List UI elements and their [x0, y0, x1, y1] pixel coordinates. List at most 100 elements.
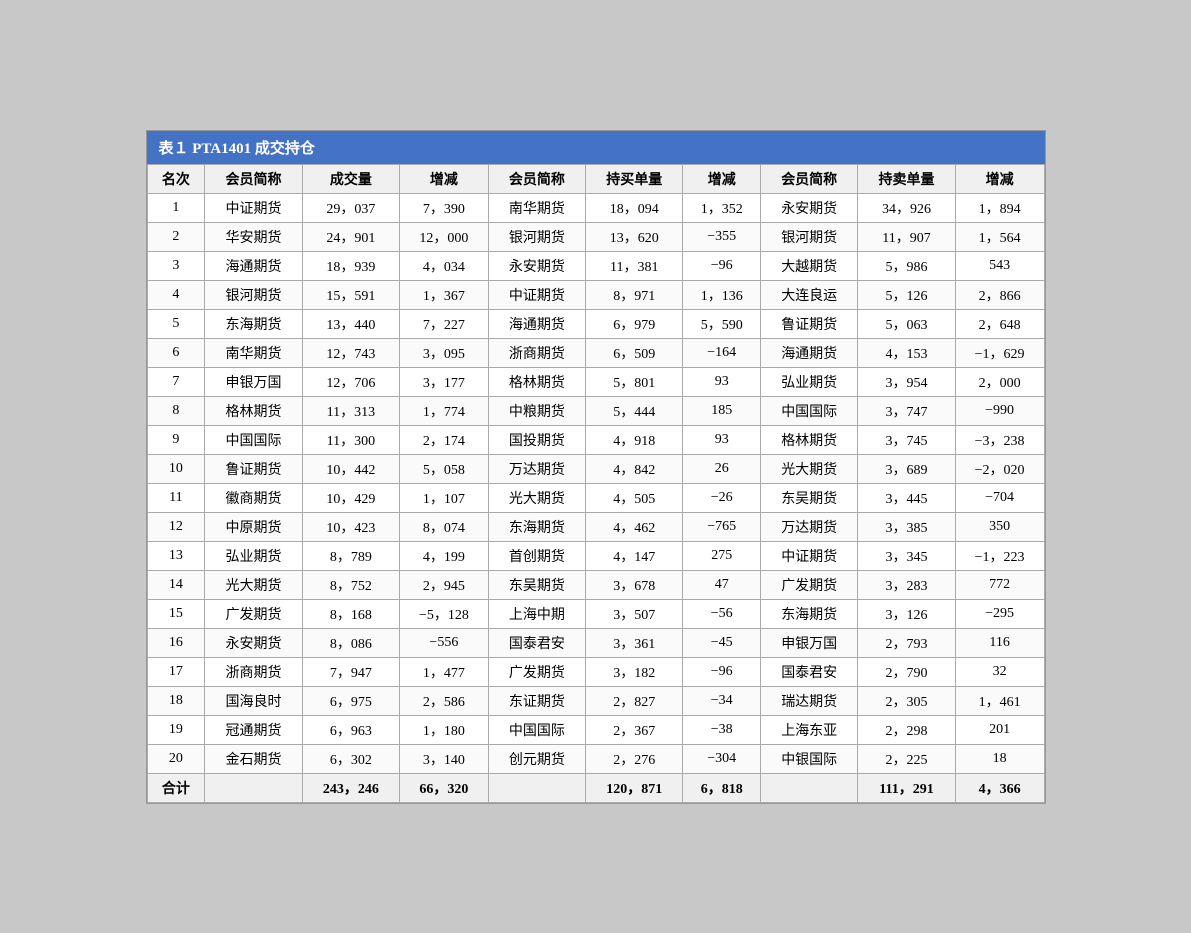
- table-cell: 8，789: [302, 541, 399, 570]
- table-cell: −304: [683, 744, 761, 773]
- table-cell: 万达期货: [488, 454, 585, 483]
- table-cell: 金石期货: [205, 744, 302, 773]
- table-cell: 29，037: [302, 193, 399, 222]
- table-cell: 8，752: [302, 570, 399, 599]
- table-cell: 南华期货: [488, 193, 585, 222]
- main-container: 表１ PTA1401 成交持仓 名次会员简称成交量增减会员简称持买单量增减会员简…: [146, 130, 1046, 804]
- table-cell: 海通期货: [761, 338, 858, 367]
- table-cell: [205, 773, 302, 802]
- table-cell: 1: [147, 193, 205, 222]
- table-cell: 11，313: [302, 396, 399, 425]
- table-row: 6南华期货12，7433，095浙商期货6，509−164海通期货4，153−1…: [147, 338, 1044, 367]
- table-cell: −1，629: [955, 338, 1044, 367]
- table-cell: −556: [400, 628, 489, 657]
- table-cell: 3，345: [858, 541, 955, 570]
- table-cell: −295: [955, 599, 1044, 628]
- table-cell: 永安期货: [761, 193, 858, 222]
- table-cell: 银河期货: [761, 222, 858, 251]
- table-cell: 6: [147, 338, 205, 367]
- table-cell: 中国国际: [205, 425, 302, 454]
- table-cell: 543: [955, 251, 1044, 280]
- table-cell: 10，442: [302, 454, 399, 483]
- table-row: 8格林期货11，3131，774中粮期货5，444185中国国际3，747−99…: [147, 396, 1044, 425]
- table-cell: 大越期货: [761, 251, 858, 280]
- table-cell: 6，963: [302, 715, 399, 744]
- table-cell: 1，564: [955, 222, 1044, 251]
- table-cell: 17: [147, 657, 205, 686]
- table-cell: −990: [955, 396, 1044, 425]
- table-cell: −26: [683, 483, 761, 512]
- table-cell: 11，381: [586, 251, 683, 280]
- table-cell: 3，954: [858, 367, 955, 396]
- table-title: 表１ PTA1401 成交持仓: [147, 131, 1045, 164]
- table-cell: 3，745: [858, 425, 955, 454]
- table-cell: 3，140: [400, 744, 489, 773]
- table-cell: 光大期货: [761, 454, 858, 483]
- table-cell: 1，461: [955, 686, 1044, 715]
- table-cell: 南华期货: [205, 338, 302, 367]
- table-cell: 2，945: [400, 570, 489, 599]
- table-row: 合计243，24666，320120，8716，818111，2914，366: [147, 773, 1044, 802]
- table-cell: 永安期货: [205, 628, 302, 657]
- table-row: 4银河期货15，5911，367中证期货8，9711，136大连良运5，1262…: [147, 280, 1044, 309]
- column-header: 会员简称: [488, 164, 585, 193]
- table-cell: −96: [683, 657, 761, 686]
- table-cell: 12，706: [302, 367, 399, 396]
- table-cell: 上海东亚: [761, 715, 858, 744]
- column-header: 增减: [955, 164, 1044, 193]
- table-cell: 4，147: [586, 541, 683, 570]
- table-cell: 2，827: [586, 686, 683, 715]
- table-cell: 350: [955, 512, 1044, 541]
- table-cell: 2，174: [400, 425, 489, 454]
- table-cell: 19: [147, 715, 205, 744]
- table-row: 2华安期货24，90112，000银河期货13，620−355银河期货11，90…: [147, 222, 1044, 251]
- table-cell: 中证期货: [205, 193, 302, 222]
- table-cell: [761, 773, 858, 802]
- table-cell: 11，907: [858, 222, 955, 251]
- table-cell: 93: [683, 367, 761, 396]
- table-cell: 6，975: [302, 686, 399, 715]
- table-cell: 4，153: [858, 338, 955, 367]
- table-cell: 32: [955, 657, 1044, 686]
- table-cell: 申银万国: [761, 628, 858, 657]
- table-row: 3海通期货18，9394，034永安期货11，381−96大越期货5，98654…: [147, 251, 1044, 280]
- table-cell: 3，283: [858, 570, 955, 599]
- table-cell: 弘业期货: [205, 541, 302, 570]
- table-cell: 3，747: [858, 396, 955, 425]
- table-cell: 4，199: [400, 541, 489, 570]
- table-cell: 1，180: [400, 715, 489, 744]
- table-cell: 2，793: [858, 628, 955, 657]
- table-row: 12中原期货10，4238，074东海期货4，462−765万达期货3，3853…: [147, 512, 1044, 541]
- table-cell: 15，591: [302, 280, 399, 309]
- table-cell: 1，477: [400, 657, 489, 686]
- table-row: 5东海期货13，4407，227海通期货6，9795，590鲁证期货5，0632…: [147, 309, 1044, 338]
- table-cell: 万达期货: [761, 512, 858, 541]
- table-cell: 10，423: [302, 512, 399, 541]
- table-cell: 2，586: [400, 686, 489, 715]
- table-cell: 6，979: [586, 309, 683, 338]
- table-cell: 2，298: [858, 715, 955, 744]
- table-cell: 7: [147, 367, 205, 396]
- table-row: 13弘业期货8，7894，199首创期货4，147275中证期货3，345−1，…: [147, 541, 1044, 570]
- table-cell: 东海期货: [761, 599, 858, 628]
- table-cell: 2，276: [586, 744, 683, 773]
- table-cell: 中证期货: [488, 280, 585, 309]
- table-cell: 26: [683, 454, 761, 483]
- table-cell: 11，300: [302, 425, 399, 454]
- table-cell: −704: [955, 483, 1044, 512]
- table-cell: 20: [147, 744, 205, 773]
- table-cell: 275: [683, 541, 761, 570]
- table-cell: 6，818: [683, 773, 761, 802]
- table-cell: 8，086: [302, 628, 399, 657]
- table-row: 20金石期货6，3023，140创元期货2，276−304中银国际2，22518: [147, 744, 1044, 773]
- table-cell: 7，947: [302, 657, 399, 686]
- column-header: 名次: [147, 164, 205, 193]
- table-cell: 8，168: [302, 599, 399, 628]
- table-row: 10鲁证期货10，4425，058万达期货4，84226光大期货3，689−2，…: [147, 454, 1044, 483]
- table-cell: 3，095: [400, 338, 489, 367]
- table-cell: 8，971: [586, 280, 683, 309]
- table-cell: 116: [955, 628, 1044, 657]
- table-cell: 中原期货: [205, 512, 302, 541]
- table-cell: 国投期货: [488, 425, 585, 454]
- table-header-row: 名次会员简称成交量增减会员简称持买单量增减会员简称持卖单量增减: [147, 164, 1044, 193]
